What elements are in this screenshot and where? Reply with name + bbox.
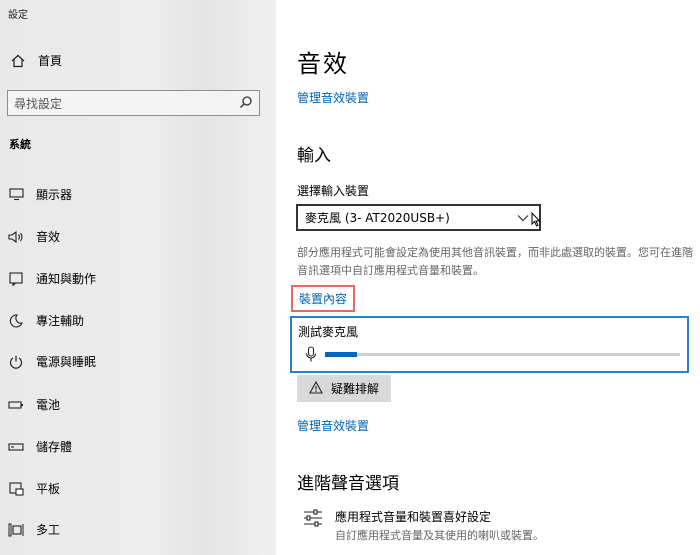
selected-device: 麥克風 (3- AT2020USB+) <box>305 211 450 225</box>
sidebar-item-tablet[interactable]: 平板 <box>8 480 60 497</box>
microphone-icon <box>305 346 317 367</box>
sidebar-home-label: 首頁 <box>38 54 63 68</box>
app-volume-preferences[interactable]: 應用程式音量和裝置喜好設定 自訂應用程式音量及其使用的喇叭或裝置。 <box>303 508 544 543</box>
notification-icon <box>8 271 24 287</box>
advanced-sound-heading: 進階聲音選項 <box>297 474 399 494</box>
sidebar-item-label: 專注輔助 <box>36 314 85 328</box>
sidebar-item-focus-assist[interactable]: 專注輔助 <box>8 312 84 329</box>
chevron-down-icon <box>517 211 529 225</box>
power-icon <box>8 354 24 370</box>
sidebar: 設定 首頁 尋找設定 系統 顯示器 音效 通知與動作 專注輔助 電源與睡眠 電池… <box>0 0 276 555</box>
sidebar-item-power-sleep[interactable]: 電源與睡眠 <box>8 353 96 370</box>
tablet-icon <box>8 481 24 497</box>
sliders-icon <box>303 508 323 543</box>
test-microphone-panel: 測試麥克風 <box>290 316 689 373</box>
battery-icon <box>8 397 24 413</box>
section-title: 系統 <box>9 138 31 151</box>
input-heading: 輸入 <box>297 146 331 166</box>
sidebar-item-notifications[interactable]: 通知與動作 <box>8 270 96 287</box>
troubleshoot-button[interactable]: 疑難排解 <box>297 375 391 402</box>
select-input-device-label: 選擇輸入裝置 <box>297 184 370 198</box>
monitor-icon <box>8 187 24 203</box>
sidebar-item-sound[interactable]: 音效 <box>8 228 60 245</box>
sidebar-item-multitasking[interactable]: 多工 <box>8 521 60 538</box>
device-properties-link[interactable]: 裝置內容 <box>291 285 356 312</box>
storage-icon <box>8 439 24 455</box>
moon-icon <box>8 313 24 329</box>
sidebar-item-display[interactable]: 顯示器 <box>8 186 72 203</box>
troubleshoot-label: 疑難排解 <box>330 382 379 396</box>
sidebar-item-label: 平板 <box>36 482 61 496</box>
window-title: 設定 <box>8 10 28 21</box>
mic-level-fill <box>325 352 357 357</box>
sidebar-item-storage[interactable]: 儲存體 <box>8 438 72 455</box>
sidebar-home[interactable]: 首頁 <box>10 52 62 69</box>
page-title: 音效 <box>297 50 349 78</box>
sidebar-item-label: 儲存體 <box>36 440 73 454</box>
manage-sound-devices-link[interactable]: 管理音效裝置 <box>297 89 369 106</box>
speaker-icon <box>8 229 24 245</box>
sidebar-item-label: 顯示器 <box>36 188 73 202</box>
search-placeholder: 尋找設定 <box>14 96 63 111</box>
multitask-icon <box>8 522 24 538</box>
sidebar-item-label: 電源與睡眠 <box>36 355 97 369</box>
app-volume-title: 應用程式音量和裝置喜好設定 <box>335 510 492 524</box>
test-microphone-label: 測試麥克風 <box>298 325 359 339</box>
app-volume-description: 自訂應用程式音量及其使用的喇叭或裝置。 <box>335 529 544 542</box>
mouse-cursor-icon <box>531 211 541 230</box>
sidebar-item-label: 通知與動作 <box>36 272 97 286</box>
mic-level-meter <box>325 352 680 357</box>
sidebar-item-label: 音效 <box>36 230 61 244</box>
main-content: 音效 管理音效裝置 輸入 選擇輸入裝置 麥克風 (3- AT2020USB+) … <box>276 0 700 555</box>
search-icon[interactable] <box>239 94 253 113</box>
warning-icon <box>309 380 323 397</box>
sidebar-item-label: 多工 <box>36 523 61 537</box>
home-icon <box>10 53 26 69</box>
sidebar-item-battery[interactable]: 電池 <box>8 396 60 413</box>
manage-sound-devices-link-2[interactable]: 管理音效裝置 <box>297 417 369 434</box>
search-input[interactable]: 尋找設定 <box>7 90 260 116</box>
input-description: 部分應用程式可能會設定為使用其他音訊裝置，而非此處選取的裝置。您可在進階音訊選項… <box>297 246 693 277</box>
input-device-dropdown[interactable]: 麥克風 (3- AT2020USB+) <box>296 204 541 231</box>
sidebar-item-label: 電池 <box>36 398 61 412</box>
